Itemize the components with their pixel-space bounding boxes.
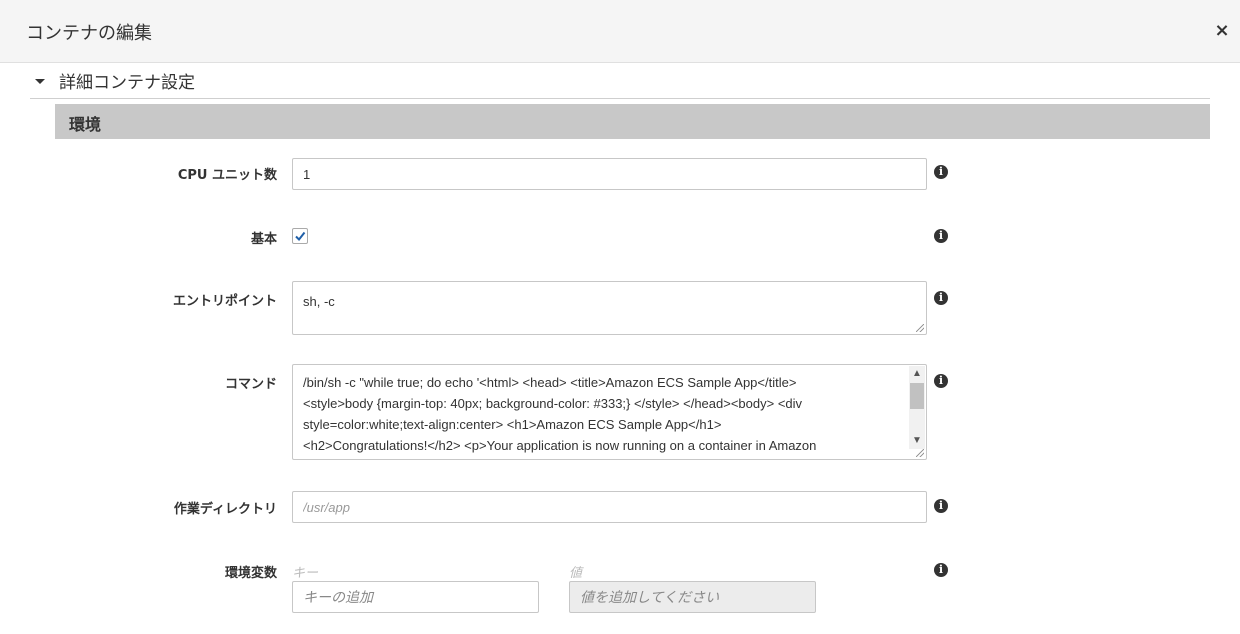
subsection-title: 環境 xyxy=(69,115,102,134)
entrypoint-text: sh, -c xyxy=(303,294,335,309)
info-icon[interactable]: i xyxy=(934,374,948,388)
command-label: コマンド xyxy=(224,377,277,392)
command-scrollbar[interactable]: ▲ ▼ xyxy=(909,366,925,449)
cpu-units-label: CPU ユニット数 xyxy=(177,168,277,183)
resize-grip-icon[interactable] xyxy=(916,324,924,332)
key-column-header: キー xyxy=(292,566,319,581)
advanced-container-settings-header[interactable]: 詳細コンテナ設定 xyxy=(30,64,1210,99)
info-icon[interactable]: i xyxy=(934,165,948,179)
info-icon[interactable]: i xyxy=(934,499,948,513)
section-title: 詳細コンテナ設定 xyxy=(59,73,195,93)
environment-subsection-bar: 環境 xyxy=(55,104,1210,139)
essential-checkbox[interactable] xyxy=(292,228,308,244)
value-column-header: 値 xyxy=(569,566,583,581)
command-textarea[interactable]: /bin/sh -c "while true; do echo '<html> … xyxy=(292,364,927,460)
command-line: style=color:white;text-align:center> <h1… xyxy=(303,417,722,432)
caret-down-icon[interactable] xyxy=(35,79,45,84)
command-line: <h2>Congratulations!</h2> <p>Your applic… xyxy=(303,438,817,453)
workdir-input[interactable] xyxy=(292,491,927,523)
info-icon[interactable]: i xyxy=(934,291,948,305)
resize-grip-icon[interactable] xyxy=(916,449,924,457)
command-line: <style>body {margin-top: 40px; backgroun… xyxy=(303,396,803,411)
info-icon[interactable]: i xyxy=(934,563,948,577)
close-icon[interactable]: × xyxy=(1212,20,1232,42)
checkmark-icon xyxy=(295,231,306,242)
entrypoint-textarea[interactable]: sh, -c xyxy=(292,281,927,335)
info-icon[interactable]: i xyxy=(934,229,948,243)
essential-label: 基本 xyxy=(250,232,277,247)
env-value-input[interactable] xyxy=(569,581,816,613)
envvars-label: 環境変数 xyxy=(224,566,277,581)
modal-header: コンテナの編集 × xyxy=(0,0,1240,63)
cpu-units-input[interactable] xyxy=(292,158,927,190)
modal-title: コンテナの編集 xyxy=(26,23,152,44)
command-line: /bin/sh -c "while true; do echo '<html> … xyxy=(303,375,797,390)
scroll-up-icon[interactable]: ▲ xyxy=(909,366,925,382)
workdir-label: 作業ディレクトリ xyxy=(173,502,277,517)
entrypoint-label: エントリポイント xyxy=(172,294,277,309)
scroll-down-icon[interactable]: ▼ xyxy=(909,433,925,449)
env-key-input[interactable] xyxy=(292,581,539,613)
scroll-thumb[interactable] xyxy=(910,383,924,409)
